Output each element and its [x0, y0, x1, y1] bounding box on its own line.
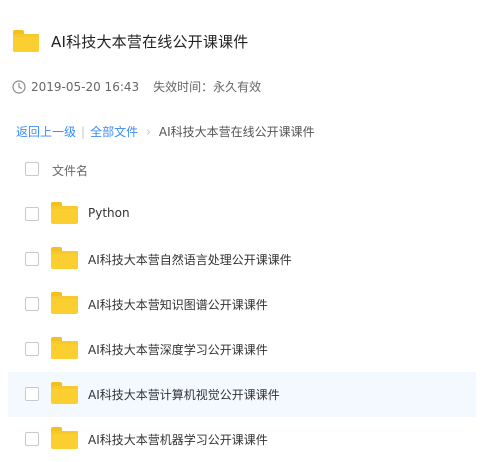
clock-icon: [12, 79, 26, 94]
row-checkbox[interactable]: [25, 297, 39, 311]
list-item[interactable]: AI科技大本营计算机视觉公开课课件: [8, 372, 476, 417]
file-list: 文件名 Python AI科技大本营自然语言处理公开课课件 AI科技大本营知识图…: [8, 147, 476, 462]
breadcrumb-current: AI科技大本营在线公开课课件: [158, 125, 315, 139]
list-header: 文件名: [8, 147, 476, 192]
row-checkbox[interactable]: [25, 252, 39, 266]
select-all-checkbox[interactable]: [25, 162, 39, 176]
file-name[interactable]: AI科技大本营自然语言处理公开课课件: [88, 251, 292, 268]
list-item[interactable]: AI科技大本营知识图谱公开课课件: [8, 282, 476, 327]
share-title: AI科技大本营在线公开课课件: [51, 32, 249, 51]
file-name[interactable]: AI科技大本营计算机视觉公开课课件: [88, 386, 280, 403]
list-item[interactable]: AI科技大本营自然语言处理公开课课件: [8, 237, 476, 282]
expire-time: 失效时间：永久有效: [153, 80, 262, 94]
filename-column-header: 文件名: [52, 164, 89, 178]
folder-icon: [51, 337, 78, 359]
breadcrumb-separator: |: [81, 124, 86, 139]
folder-icon: [51, 202, 78, 224]
back-link[interactable]: 返回上一级: [16, 123, 76, 140]
breadcrumb-arrow: ›: [146, 124, 151, 139]
file-name[interactable]: AI科技大本营机器学习公开课课件: [88, 431, 268, 448]
folder-icon: [13, 30, 39, 52]
row-checkbox[interactable]: [25, 207, 39, 221]
row-checkbox[interactable]: [25, 387, 39, 401]
folder-icon: [51, 247, 78, 269]
list-item[interactable]: Python: [8, 192, 476, 237]
list-item[interactable]: AI科技大本营机器学习公开课课件: [8, 417, 476, 462]
file-name[interactable]: Python: [88, 206, 130, 220]
list-item[interactable]: AI科技大本营深度学习公开课课件: [8, 327, 476, 372]
folder-icon: [51, 382, 78, 404]
breadcrumb: 返回上一级 | 全部文件 › AI科技大本营在线公开课课件: [16, 123, 315, 140]
folder-icon: [51, 427, 78, 449]
row-checkbox[interactable]: [25, 432, 39, 446]
folder-icon: [51, 292, 78, 314]
file-name[interactable]: AI科技大本营知识图谱公开课课件: [88, 296, 268, 313]
share-header: AI科技大本营在线公开课课件: [13, 27, 249, 55]
share-meta: 2019-05-20 16:43 失效时间：永久有效: [12, 78, 261, 95]
file-name[interactable]: AI科技大本营深度学习公开课课件: [88, 341, 268, 358]
share-date: 2019-05-20 16:43: [31, 79, 140, 94]
all-files-link[interactable]: 全部文件: [90, 123, 138, 140]
row-checkbox[interactable]: [25, 342, 39, 356]
